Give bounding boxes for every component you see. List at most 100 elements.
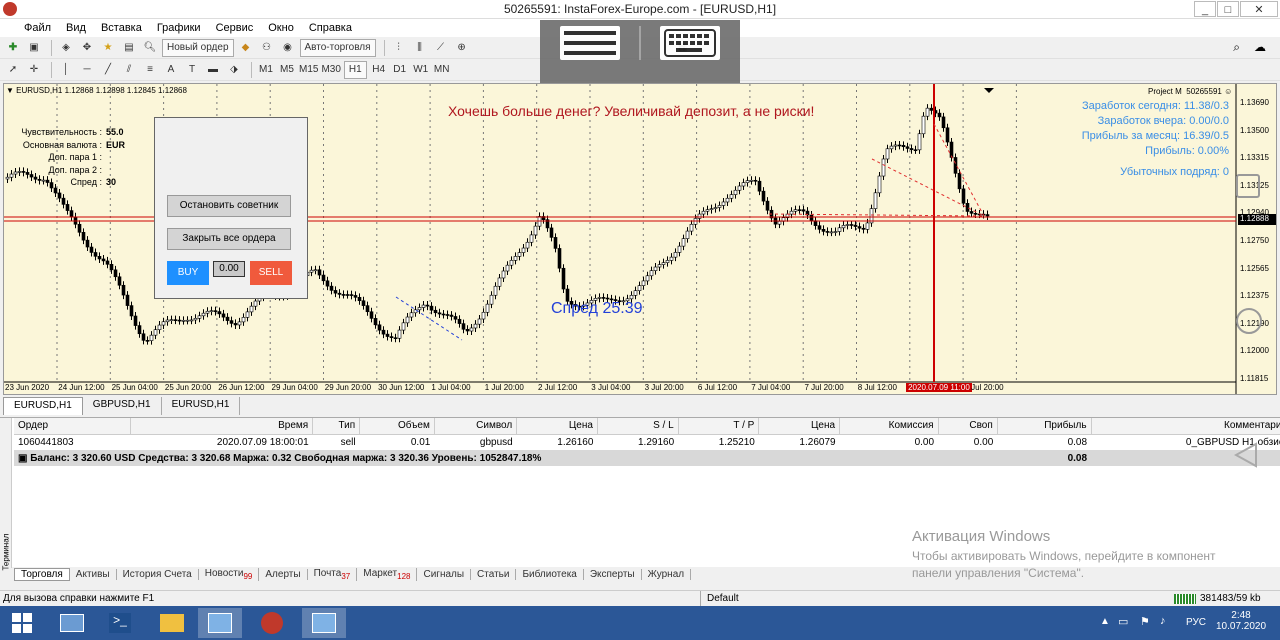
tray-language[interactable]: РУС xyxy=(1186,617,1206,628)
horizontal-line-icon[interactable]: ─ xyxy=(78,61,96,79)
chat-icon[interactable]: ☁ xyxy=(1254,40,1266,54)
bar-chart-icon[interactable]: ⫶ xyxy=(390,39,408,57)
new-chart-icon[interactable]: ✚ xyxy=(4,39,22,57)
timeframe-h1[interactable]: H1 xyxy=(343,60,367,79)
column-header[interactable]: Тип xyxy=(312,418,361,435)
menu-view[interactable]: Вид xyxy=(66,22,86,34)
zoom-in-icon[interactable]: ⊕ xyxy=(453,39,471,57)
tray-clock[interactable]: 2:48 10.07.2020 xyxy=(1216,610,1266,632)
tray-network-icon[interactable]: ▭ xyxy=(1118,615,1128,628)
chart-tab[interactable]: EURUSD,H1 xyxy=(162,397,241,415)
fibonacci-icon[interactable]: ≡ xyxy=(141,61,159,79)
overlay-square-icon[interactable] xyxy=(1236,174,1260,198)
table-row[interactable]: 1060441803 2020.07.09 18:00:01 sell 0.01 gbp… xyxy=(14,434,1280,450)
menu-charts[interactable]: Графики xyxy=(157,22,201,34)
profiles-icon[interactable]: ▣ xyxy=(25,39,43,57)
column-header[interactable]: Время xyxy=(130,418,314,435)
autotrading-button[interactable]: Авто-торговля xyxy=(299,38,376,57)
text-label-icon[interactable]: T xyxy=(183,61,201,79)
metatrader-icon[interactable] xyxy=(250,608,294,638)
strategy-tester-icon[interactable]: 🔍︎ xyxy=(141,39,159,57)
sell-button[interactable]: SELL xyxy=(250,261,292,285)
timeframe-d1[interactable]: D1 xyxy=(391,61,409,79)
close-all-orders-button[interactable]: Закрыть все ордера xyxy=(167,228,291,250)
column-header[interactable]: Комиссия xyxy=(839,418,939,435)
terminal-tab[interactable]: История Счета xyxy=(117,568,199,580)
column-header[interactable]: S / L xyxy=(597,418,679,435)
column-header[interactable]: Своп xyxy=(938,418,998,435)
menu-file[interactable]: Файл xyxy=(24,22,51,34)
column-header[interactable]: Объем xyxy=(359,418,435,435)
file-explorer-icon[interactable] xyxy=(150,608,194,638)
arrows-icon[interactable]: ▬ xyxy=(204,61,222,79)
column-header[interactable]: Прибыль xyxy=(997,418,1092,435)
cursor-icon[interactable]: ➚ xyxy=(4,61,22,79)
shapes-icon[interactable]: ⬗ xyxy=(225,61,243,79)
close-button[interactable]: ✕ xyxy=(1240,1,1278,17)
crosshair-icon[interactable]: ✛ xyxy=(25,61,43,79)
terminal-tab[interactable]: Статьи xyxy=(471,568,517,580)
timeframe-mn[interactable]: MN xyxy=(433,61,451,79)
overlay-back-icon[interactable] xyxy=(1233,442,1260,468)
maximize-button[interactable]: □ xyxy=(1217,1,1239,17)
tray-volume-icon[interactable]: ♪ xyxy=(1160,615,1166,627)
remote-desktop-icon[interactable] xyxy=(198,608,242,638)
terminal-tab[interactable]: Алерты xyxy=(259,568,308,580)
timeframe-m1[interactable]: M1 xyxy=(257,61,275,79)
terminal-tab[interactable]: Сигналы xyxy=(417,568,472,580)
terminal-tab[interactable]: Торговля xyxy=(14,567,70,581)
terminal-tab[interactable]: Почта37 xyxy=(308,567,358,581)
new-order-button[interactable]: Новый ордер xyxy=(162,38,234,57)
column-header[interactable]: Комментарий xyxy=(1091,418,1280,435)
terminal-icon[interactable]: ▤ xyxy=(120,39,138,57)
terminal-tab[interactable]: Эксперты xyxy=(584,568,642,580)
search-icon[interactable]: ⌕ xyxy=(1233,40,1240,55)
line-chart-icon[interactable]: ⟋ xyxy=(432,39,450,57)
column-header[interactable]: Цена xyxy=(516,418,598,435)
timeframe-m15[interactable]: M15 xyxy=(299,61,318,79)
terminal-tab[interactable]: Журнал xyxy=(642,568,692,580)
channel-icon[interactable]: ⫽ xyxy=(120,61,138,79)
market-watch-icon[interactable]: ◈ xyxy=(57,39,75,57)
metaeditor-icon[interactable]: ◆ xyxy=(237,39,255,57)
minimize-button[interactable]: _ xyxy=(1194,1,1216,17)
powershell-icon[interactable]: >_ xyxy=(98,608,142,638)
community-icon[interactable]: ◉ xyxy=(279,39,297,57)
start-button[interactable] xyxy=(0,608,44,638)
timeframe-h4[interactable]: H4 xyxy=(370,61,388,79)
navigator-icon[interactable]: ★ xyxy=(99,39,117,57)
tray-flag-icon[interactable]: ⚑ xyxy=(1140,615,1150,628)
signals-icon[interactable]: ⚇ xyxy=(258,39,276,57)
lot-input[interactable]: 0.00 xyxy=(213,261,245,277)
menu-tools[interactable]: Сервис xyxy=(216,22,254,34)
data-window-icon[interactable]: ✥ xyxy=(78,39,96,57)
terminal-tab[interactable]: Новости99 xyxy=(199,567,260,581)
column-header[interactable]: Ордер xyxy=(14,418,131,435)
text-icon[interactable]: A xyxy=(162,61,180,79)
menu-help[interactable]: Справка xyxy=(309,22,352,34)
terminal-tab[interactable]: Маркет128 xyxy=(357,567,418,581)
menu-window[interactable]: Окно xyxy=(268,22,294,34)
column-header[interactable]: T / P xyxy=(678,418,760,435)
remote-desktop-icon-2[interactable] xyxy=(302,608,346,638)
timeframe-m30[interactable]: M30 xyxy=(321,61,340,79)
candle-chart-icon[interactable]: ⫼ xyxy=(411,39,429,57)
terminal-tab[interactable]: Активы xyxy=(70,568,117,580)
server-manager-icon[interactable] xyxy=(50,608,94,638)
buy-button[interactable]: BUY xyxy=(167,261,209,285)
terminal-tab[interactable]: Библиотека xyxy=(516,568,584,580)
keyboard-icon[interactable] xyxy=(660,26,720,60)
chart-tab[interactable]: GBPUSD,H1 xyxy=(83,397,162,415)
overlay-circle-icon[interactable] xyxy=(1236,308,1262,334)
trendline-icon[interactable]: ╱ xyxy=(99,61,117,79)
column-header[interactable]: Символ xyxy=(434,418,518,435)
tray-arrow-icon[interactable]: ▲ xyxy=(1100,616,1110,627)
column-header[interactable]: Цена xyxy=(758,418,841,435)
vertical-line-icon[interactable]: │ xyxy=(57,61,75,79)
chart-tab[interactable]: EURUSD,H1 xyxy=(3,397,83,415)
hamburger-menu-icon[interactable] xyxy=(560,26,620,60)
stop-advisor-button[interactable]: Остановить советник xyxy=(167,195,291,217)
menu-insert[interactable]: Вставка xyxy=(101,22,142,34)
timeframe-w1[interactable]: W1 xyxy=(412,61,430,79)
timeframe-m5[interactable]: M5 xyxy=(278,61,296,79)
